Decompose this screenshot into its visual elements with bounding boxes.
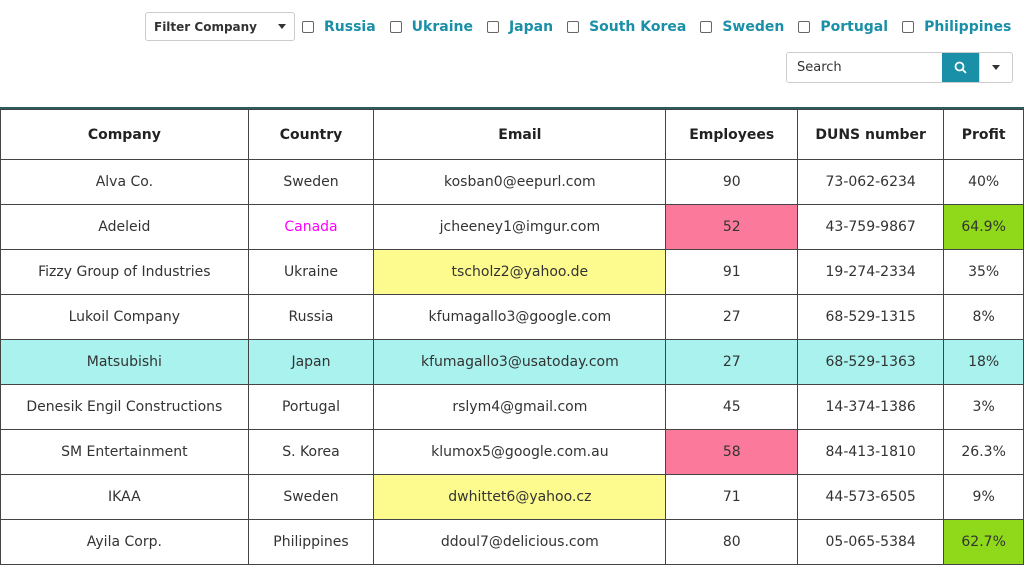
checkbox-sweden[interactable] bbox=[700, 20, 713, 33]
column-header-email[interactable]: Email bbox=[373, 109, 667, 160]
cell-employees: 27 bbox=[665, 339, 799, 385]
company-table: Company Country Email Employees DUNS num… bbox=[0, 109, 1024, 565]
checkbox-label-russia[interactable]: Russia bbox=[324, 19, 376, 35]
cell-duns: 73-062-6234 bbox=[797, 159, 945, 205]
cell-email: kfumagallo3@google.com bbox=[373, 294, 667, 340]
cell-email: kosban0@eepurl.com bbox=[373, 159, 667, 205]
cell-country: S. Korea bbox=[247, 429, 375, 475]
cell-email: ddoul7@delicious.com bbox=[373, 519, 667, 565]
cell-duns: 14-374-1386 bbox=[797, 384, 945, 430]
cell-duns: 43-759-9867 bbox=[797, 204, 945, 250]
cell-company: Fizzy Group of Industries bbox=[0, 249, 249, 295]
chevron-down-icon bbox=[992, 65, 1000, 70]
cell-country: Canada bbox=[247, 204, 375, 250]
cell-duns: 84-413-1810 bbox=[797, 429, 945, 475]
checkbox-ukraine[interactable] bbox=[389, 20, 402, 33]
cell-employees: 80 bbox=[665, 519, 799, 565]
cell-duns: 19-274-2334 bbox=[797, 249, 945, 295]
checkbox-label-ukraine[interactable]: Ukraine bbox=[412, 19, 473, 35]
checkbox-philippines[interactable] bbox=[902, 20, 915, 33]
cell-company: Denesik Engil Constructions bbox=[0, 384, 249, 430]
checkbox-label-south-korea[interactable]: South Korea bbox=[589, 19, 686, 35]
cell-profit: 3% bbox=[943, 384, 1024, 430]
search-group bbox=[786, 52, 1013, 83]
table-row-highlighted: Matsubishi Japan kfumagallo3@usatoday.co… bbox=[0, 339, 1024, 385]
cell-email: rslym4@gmail.com bbox=[373, 384, 667, 430]
filter-company-select[interactable]: Filter Company bbox=[145, 12, 295, 41]
cell-country: Russia bbox=[247, 294, 375, 340]
cell-employees: 45 bbox=[665, 384, 799, 430]
cell-country: Portugal bbox=[247, 384, 375, 430]
cell-company: Lukoil Company bbox=[0, 294, 249, 340]
cell-country: Japan bbox=[247, 339, 375, 385]
cell-profit: 18% bbox=[943, 339, 1024, 385]
cell-email: tscholz2@yahoo.de bbox=[373, 249, 667, 295]
checkbox-south-korea[interactable] bbox=[567, 20, 580, 33]
checkbox-label-portugal[interactable]: Portugal bbox=[820, 19, 888, 35]
cell-country: Sweden bbox=[247, 159, 375, 205]
cell-employees: 27 bbox=[665, 294, 799, 340]
cell-duns: 68-529-1363 bbox=[797, 339, 945, 385]
cell-profit: 35% bbox=[943, 249, 1024, 295]
cell-email: klumox5@google.com.au bbox=[373, 429, 667, 475]
table-row: SM Entertainment S. Korea klumox5@google… bbox=[0, 429, 1024, 475]
cell-profit: 9% bbox=[943, 474, 1024, 520]
search-icon bbox=[954, 61, 967, 74]
checkbox-label-sweden[interactable]: Sweden bbox=[722, 19, 784, 35]
cell-country: Sweden bbox=[247, 474, 375, 520]
cell-company: IKAA bbox=[0, 474, 249, 520]
cell-employees: 90 bbox=[665, 159, 799, 205]
checkbox-russia[interactable] bbox=[302, 20, 314, 33]
cell-email: jcheeney1@imgur.com bbox=[373, 204, 667, 250]
cell-employees: 52 bbox=[665, 204, 799, 250]
table-row: Ayila Corp. Philippines ddoul7@delicious… bbox=[0, 519, 1024, 565]
cell-employees: 58 bbox=[665, 429, 799, 475]
checkbox-label-japan[interactable]: Japan bbox=[509, 19, 553, 35]
cell-duns: 44-573-6505 bbox=[797, 474, 945, 520]
cell-profit: 26.3% bbox=[943, 429, 1024, 475]
table-row: Adeleid Canada jcheeney1@imgur.com 52 43… bbox=[0, 204, 1024, 250]
cell-profit: 8% bbox=[943, 294, 1024, 340]
table-row: Lukoil Company Russia kfumagallo3@google… bbox=[0, 294, 1024, 340]
filter-company-label: Filter Company bbox=[154, 19, 258, 34]
table-row: IKAA Sweden dwhittet6@yahoo.cz 71 44-573… bbox=[0, 474, 1024, 520]
cell-company: Adeleid bbox=[0, 204, 249, 250]
cell-profit: 40% bbox=[943, 159, 1024, 205]
table-row: Denesik Engil Constructions Portugal rsl… bbox=[0, 384, 1024, 430]
column-header-duns[interactable]: DUNS number bbox=[797, 109, 945, 160]
column-header-profit[interactable]: Profit bbox=[943, 109, 1024, 160]
cell-profit: 62.7% bbox=[943, 519, 1024, 565]
cell-email: kfumagallo3@usatoday.com bbox=[373, 339, 667, 385]
checkbox-portugal[interactable] bbox=[798, 20, 811, 33]
cell-duns: 68-529-1315 bbox=[797, 294, 945, 340]
cell-employees: 71 bbox=[665, 474, 799, 520]
filter-bar: Filter Company Russia Ukraine Japan Sout… bbox=[145, 11, 1011, 42]
cell-country: Ukraine bbox=[247, 249, 375, 295]
column-header-company[interactable]: Company bbox=[0, 109, 249, 160]
table-row: Alva Co. Sweden kosban0@eepurl.com 90 73… bbox=[0, 159, 1024, 205]
chevron-down-icon bbox=[278, 24, 286, 29]
search-button[interactable] bbox=[942, 53, 979, 82]
cell-employees: 91 bbox=[665, 249, 799, 295]
cell-company: Matsubishi bbox=[0, 339, 249, 385]
search-input[interactable] bbox=[787, 53, 942, 82]
column-header-employees[interactable]: Employees bbox=[665, 109, 799, 160]
cell-email: dwhittet6@yahoo.cz bbox=[373, 474, 667, 520]
cell-company: Ayila Corp. bbox=[0, 519, 249, 565]
cell-duns: 05-065-5384 bbox=[797, 519, 945, 565]
checkbox-label-philippines[interactable]: Philippines bbox=[924, 19, 1011, 35]
table-header-row: Company Country Email Employees DUNS num… bbox=[0, 109, 1024, 160]
column-header-country[interactable]: Country bbox=[247, 109, 375, 160]
checkbox-japan[interactable] bbox=[486, 20, 499, 33]
cell-profit: 64.9% bbox=[943, 204, 1024, 250]
search-options-button[interactable] bbox=[979, 53, 1012, 82]
country-checkboxes: Russia Ukraine Japan South Korea Sweden … bbox=[302, 19, 1011, 35]
cell-company: SM Entertainment bbox=[0, 429, 249, 475]
cell-company: Alva Co. bbox=[0, 159, 249, 205]
cell-country: Philippines bbox=[247, 519, 375, 565]
table-row: Fizzy Group of Industries Ukraine tschol… bbox=[0, 249, 1024, 295]
